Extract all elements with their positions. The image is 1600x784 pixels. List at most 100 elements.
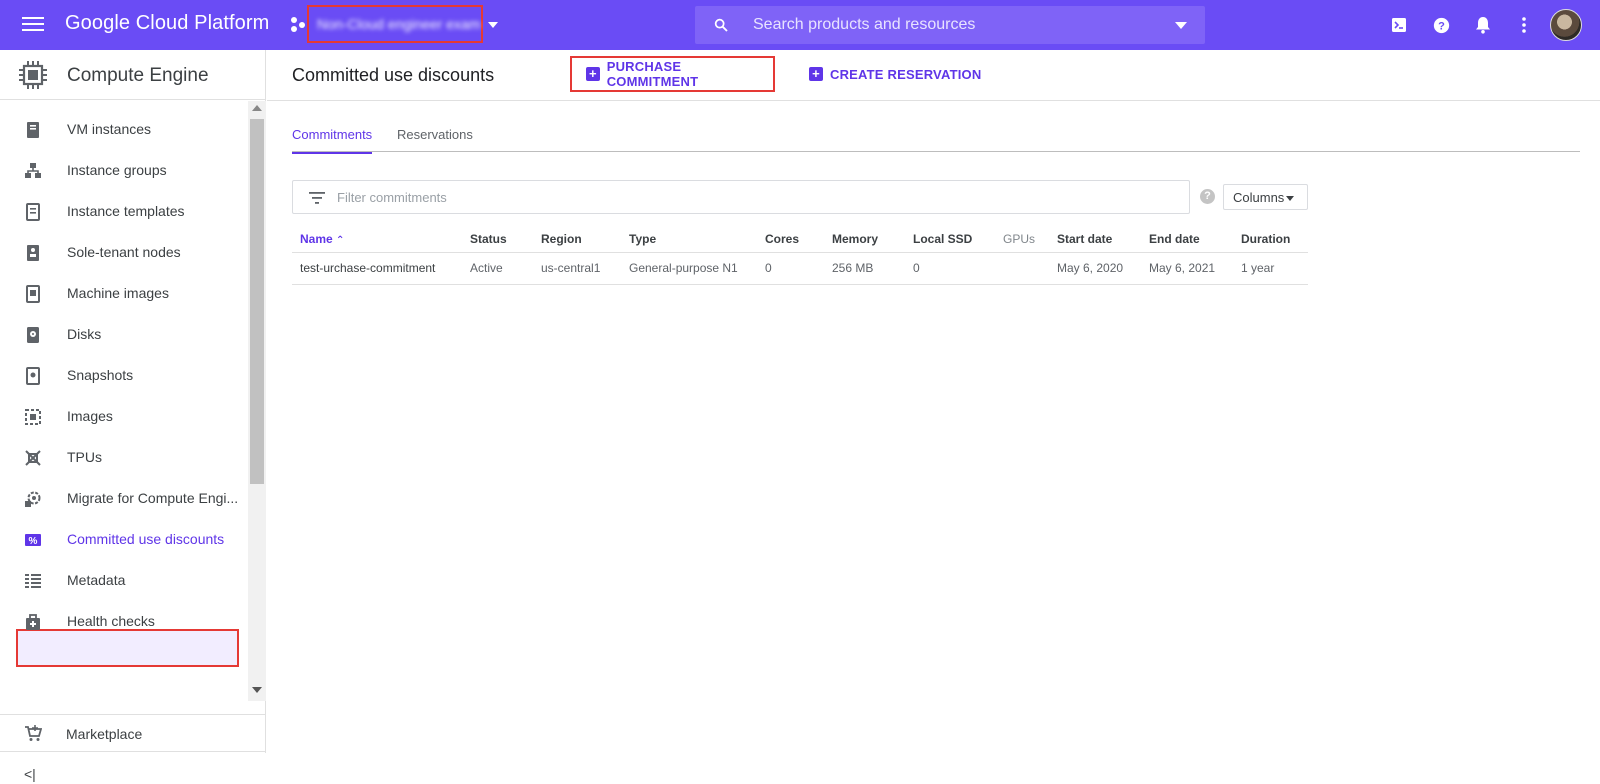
sidebar-item-label: Images: [67, 408, 113, 424]
sidebar-item-label: Metadata: [67, 572, 126, 588]
sidebar-item-label: Health checks: [67, 613, 155, 629]
purchase-commitment-label: PURCHASE COMMITMENT: [606, 59, 699, 89]
sidebar-item-migrate[interactable]: Migrate for Compute Engi...: [0, 478, 248, 518]
cell-start-date: May 6, 2020: [1049, 252, 1141, 285]
sidebar-item-label: Sole-tenant nodes: [67, 244, 181, 260]
search-icon: [714, 18, 728, 32]
column-header-local-ssd[interactable]: Local SSD: [905, 226, 995, 253]
project-dropdown-icon[interactable]: [488, 22, 498, 28]
sidebar-item-label: Instance templates: [67, 203, 185, 219]
more-options-icon[interactable]: [1514, 15, 1534, 35]
sidebar-item-snapshots[interactable]: Snapshots: [0, 355, 248, 395]
machine-images-icon: [26, 285, 40, 303]
sidebar-item-marketplace[interactable]: Marketplace: [0, 717, 266, 751]
sidebar: Compute Engine VM instances Instance gro…: [0, 50, 266, 782]
sidebar-title: Compute Engine: [67, 65, 209, 86]
sidebar-scrollbar[interactable]: [248, 101, 266, 701]
sole-tenant-icon: [27, 245, 39, 261]
sidebar-item-label: TPUs: [67, 449, 102, 465]
scroll-down-icon[interactable]: [252, 687, 262, 693]
column-header-memory[interactable]: Memory: [824, 226, 905, 253]
divider: [0, 714, 266, 715]
help-icon[interactable]: ?: [1431, 15, 1451, 35]
column-header-duration[interactable]: Duration: [1233, 226, 1308, 253]
column-header-type[interactable]: Type: [621, 226, 757, 253]
page-header: Committed use discounts + PURCHASE COMMI…: [267, 50, 1600, 101]
sidebar-item-label: Committed use discounts: [67, 531, 225, 547]
purchase-commitment-button[interactable]: + PURCHASE COMMITMENT: [570, 56, 775, 92]
collapse-sidebar-icon[interactable]: <|: [24, 766, 42, 784]
main-menu-icon[interactable]: [22, 14, 44, 36]
divider: [0, 751, 266, 752]
cell-region: us-central1: [533, 252, 621, 285]
svg-text:?: ?: [1438, 20, 1445, 32]
column-header-cores[interactable]: Cores: [757, 226, 824, 253]
cloud-shell-icon[interactable]: [1389, 15, 1409, 35]
account-avatar[interactable]: [1550, 9, 1582, 41]
metadata-icon: [25, 574, 41, 588]
sidebar-item-sole-tenant-nodes[interactable]: Sole-tenant nodes: [0, 232, 248, 272]
add-icon: +: [809, 67, 823, 81]
page-title: Committed use discounts: [292, 65, 495, 85]
sidebar-item-health-checks[interactable]: Health checks: [0, 601, 248, 641]
sidebar-item-label: VM instances: [67, 121, 152, 137]
search-dropdown-icon[interactable]: [1175, 22, 1187, 29]
sidebar-item-machine-images[interactable]: Machine images: [0, 273, 248, 313]
filter-icon: [309, 192, 325, 204]
sidebar-item-vm-instances[interactable]: VM instances: [0, 109, 248, 149]
commitments-table: Name ⌃ Status Region Type Cores Memory L…: [292, 226, 1308, 285]
svg-text:%: %: [29, 536, 38, 547]
sidebar-item-images[interactable]: Images: [0, 396, 248, 436]
sidebar-item-committed-use-discounts[interactable]: % Committed use discounts: [0, 519, 248, 559]
notifications-icon[interactable]: [1473, 15, 1493, 35]
search-input[interactable]: Search products and resources: [753, 16, 975, 34]
column-header-name[interactable]: Name ⌃: [292, 226, 462, 253]
sidebar-item-instance-templates[interactable]: Instance templates: [0, 191, 248, 231]
brand-title[interactable]: Google Cloud Platform: [65, 12, 269, 35]
column-header-end-date[interactable]: End date: [1141, 226, 1233, 253]
instance-groups-icon: [25, 163, 41, 178]
project-selector[interactable]: Non-Cloud engineer exam: [307, 5, 483, 43]
chevron-down-icon: [1286, 196, 1294, 201]
images-icon: [25, 409, 41, 425]
sidebar-nav: VM instances Instance groups Instance te…: [0, 101, 266, 701]
column-header-status[interactable]: Status: [462, 226, 533, 253]
column-header-gpus: GPUs: [995, 226, 1049, 253]
sidebar-item-instance-groups[interactable]: Instance groups: [0, 150, 248, 190]
filter-help-icon[interactable]: ?: [1200, 189, 1215, 204]
sort-ascending-icon: ⌃: [336, 234, 345, 246]
sidebar-item-disks[interactable]: Disks: [0, 314, 248, 354]
health-check-icon: [26, 614, 40, 630]
table-row[interactable]: test-urchase-commitment Active us-centra…: [292, 252, 1308, 285]
migrate-icon: [25, 491, 41, 507]
columns-button[interactable]: Columns: [1223, 184, 1308, 210]
tab-reservations[interactable]: Reservations: [397, 127, 473, 152]
sidebar-item-metadata[interactable]: Metadata: [0, 560, 248, 600]
scrollbar-thumb[interactable]: [250, 119, 264, 484]
cell-end-date: May 6, 2021: [1141, 252, 1233, 285]
sidebar-item-label: Marketplace: [66, 726, 143, 742]
add-icon: +: [586, 67, 600, 81]
cell-local-ssd: 0: [905, 252, 995, 285]
column-header-region[interactable]: Region: [533, 226, 621, 253]
tab-bar: Commitments Reservations: [292, 120, 1580, 154]
search-bar[interactable]: Search products and resources: [695, 6, 1205, 44]
cell-cores: 0: [757, 252, 824, 285]
tab-commitments[interactable]: Commitments: [292, 127, 373, 154]
column-header-start-date[interactable]: Start date: [1049, 226, 1141, 253]
snapshot-icon: [26, 367, 40, 385]
cell-memory: 256 MB: [824, 252, 905, 285]
sidebar-item-label: Instance groups: [67, 162, 167, 178]
create-reservation-label: CREATE RESERVATION: [830, 66, 982, 82]
sidebar-header: Compute Engine: [0, 50, 265, 100]
scroll-up-icon[interactable]: [252, 105, 262, 111]
table-header-row: Name ⌃ Status Region Type Cores Memory L…: [292, 226, 1308, 253]
filter-placeholder: Filter commitments: [337, 190, 447, 205]
cell-name[interactable]: test-urchase-commitment: [292, 252, 462, 285]
project-name: Non-Cloud engineer exam: [317, 16, 481, 32]
filter-commitments-input[interactable]: Filter commitments: [292, 180, 1190, 214]
compute-engine-icon: [19, 61, 47, 89]
create-reservation-button[interactable]: + CREATE RESERVATION: [809, 56, 981, 92]
project-icon: [291, 17, 307, 33]
sidebar-item-tpus[interactable]: TPUs: [0, 437, 248, 477]
